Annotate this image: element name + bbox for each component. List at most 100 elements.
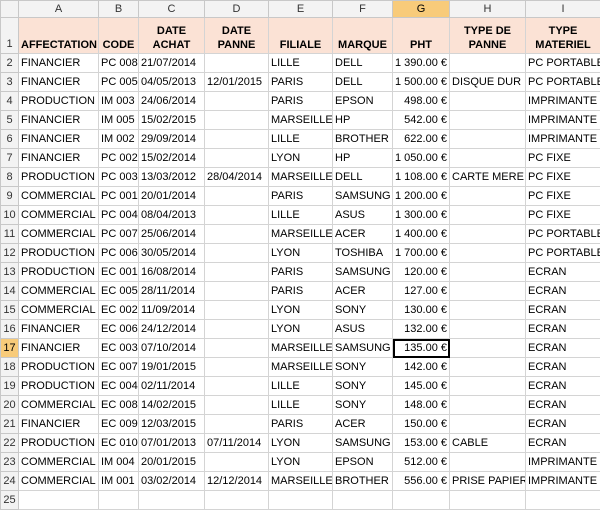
column-header-h[interactable]: H [450,1,526,18]
cell-type-materiel[interactable]: PC PORTABLE [526,73,600,92]
cell-date-panne[interactable] [205,396,269,415]
cell-code[interactable]: EC 005 [99,282,139,301]
cell-date-achat[interactable]: 07/10/2014 [139,339,205,358]
cell-marque[interactable]: SAMSUNG [333,434,393,453]
cell-type-de-panne[interactable]: PRISE PAPIER [450,472,526,491]
cell-date-panne[interactable] [205,111,269,130]
cell-date-panne[interactable]: 12/01/2015 [205,73,269,92]
column-header-a[interactable]: A [19,1,99,18]
cell-filiale[interactable]: PARIS [269,282,333,301]
cell-marque[interactable]: SONY [333,358,393,377]
cell-date-achat[interactable]: 11/09/2014 [139,301,205,320]
cell-pht[interactable]: 622.00 € [393,130,450,149]
cell-affectation[interactable]: PRODUCTION [19,244,99,263]
cell-filiale[interactable]: MARSEILLE [269,472,333,491]
cell-type-materiel[interactable] [526,491,600,510]
cell-type-de-panne[interactable] [450,415,526,434]
cell-code[interactable]: PC 005 [99,73,139,92]
cell-pht[interactable]: 150.00 € [393,415,450,434]
cell-date-panne[interactable] [205,301,269,320]
header-cell-date-panne[interactable]: DATE PANNE [205,18,269,54]
cell-date-panne[interactable] [205,92,269,111]
cell-marque[interactable]: ACER [333,225,393,244]
cell-date-achat[interactable]: 12/03/2015 [139,415,205,434]
cell-date-panne[interactable] [205,320,269,339]
cell-marque[interactable]: SAMSUNG [333,339,393,358]
header-cell-affectation[interactable]: AFFECTATION [19,18,99,54]
cell-affectation[interactable]: COMMERCIAL [19,453,99,472]
cell-code[interactable]: EC 002 [99,301,139,320]
row-header[interactable]: 24 [1,472,19,491]
cell-affectation[interactable]: FINANCIER [19,54,99,73]
cell-date-achat[interactable]: 15/02/2015 [139,111,205,130]
row-header[interactable]: 10 [1,206,19,225]
row-header[interactable]: 25 [1,491,19,510]
cell-type-materiel[interactable]: PC FIXE [526,168,600,187]
cell-type-de-panne[interactable] [450,244,526,263]
cell-filiale[interactable]: MARSEILLE [269,358,333,377]
cell-filiale[interactable]: LILLE [269,377,333,396]
cell-filiale[interactable]: MARSEILLE [269,339,333,358]
cell-date-achat[interactable]: 19/01/2015 [139,358,205,377]
cell-marque[interactable]: BROTHER [333,472,393,491]
cell-pht[interactable]: 1 108.00 € [393,168,450,187]
cell-date-achat[interactable]: 20/01/2014 [139,187,205,206]
cell-filiale[interactable]: PARIS [269,92,333,111]
cell-code[interactable]: PC 001 [99,187,139,206]
cell-filiale[interactable]: PARIS [269,73,333,92]
cell-code[interactable]: EC 009 [99,415,139,434]
cell-type-de-panne[interactable]: CARTE MERE [450,168,526,187]
cell-pht[interactable]: 132.00 € [393,320,450,339]
cell-code[interactable]: EC 008 [99,396,139,415]
cell-pht[interactable]: 1 050.00 € [393,149,450,168]
cell-date-achat[interactable]: 02/11/2014 [139,377,205,396]
row-header[interactable]: 2 [1,54,19,73]
cell-filiale[interactable]: LILLE [269,206,333,225]
cell-type-de-panne[interactable] [450,225,526,244]
cell-date-panne[interactable] [205,491,269,510]
cell-affectation[interactable]: FINANCIER [19,320,99,339]
cell-type-materiel[interactable]: PC FIXE [526,149,600,168]
cell-pht[interactable]: 512.00 € [393,453,450,472]
cell-filiale[interactable]: LILLE [269,396,333,415]
cell-type-de-panne[interactable] [450,111,526,130]
row-header[interactable]: 23 [1,453,19,472]
column-header-c[interactable]: C [139,1,205,18]
cell-filiale[interactable]: MARSEILLE [269,111,333,130]
cell-pht[interactable]: 148.00 € [393,396,450,415]
cell-pht[interactable]: 1 200.00 € [393,187,450,206]
row-header[interactable]: 12 [1,244,19,263]
header-cell-pht[interactable]: PHT [393,18,450,54]
cell-pht[interactable]: 1 400.00 € [393,225,450,244]
cell-filiale[interactable]: LYON [269,453,333,472]
cell-type-de-panne[interactable] [450,263,526,282]
cell-date-panne[interactable]: 28/04/2014 [205,168,269,187]
cell-marque[interactable]: HP [333,111,393,130]
cell-code[interactable]: PC 004 [99,206,139,225]
cell-pht[interactable]: 130.00 € [393,301,450,320]
cell-affectation[interactable]: FINANCIER [19,149,99,168]
cell-affectation[interactable]: FINANCIER [19,415,99,434]
cell-type-materiel[interactable]: ECRAN [526,301,600,320]
cell-affectation[interactable]: COMMERCIAL [19,396,99,415]
cell-pht[interactable]: 556.00 € [393,472,450,491]
header-cell-type-materiel[interactable]: TYPE MATERIEL [526,18,600,54]
cell-code[interactable]: EC 010 [99,434,139,453]
cell-date-panne[interactable] [205,149,269,168]
cell-affectation[interactable]: PRODUCTION [19,434,99,453]
cell-code[interactable]: PC 008 [99,54,139,73]
cell-type-de-panne[interactable] [450,130,526,149]
cell-filiale[interactable]: MARSEILLE [269,225,333,244]
cell-type-de-panne[interactable] [450,282,526,301]
cell-date-panne[interactable] [205,263,269,282]
cell-filiale[interactable] [269,491,333,510]
cell-date-panne[interactable]: 07/11/2014 [205,434,269,453]
header-cell-marque[interactable]: MARQUE [333,18,393,54]
cell-marque[interactable]: ASUS [333,320,393,339]
cell-pht[interactable]: 120.00 € [393,263,450,282]
cell-affectation[interactable]: PRODUCTION [19,377,99,396]
cell-code[interactable]: IM 002 [99,130,139,149]
header-cell-type-de-panne[interactable]: TYPE DE PANNE [450,18,526,54]
row-header[interactable]: 13 [1,263,19,282]
cell-date-achat[interactable]: 15/02/2014 [139,149,205,168]
